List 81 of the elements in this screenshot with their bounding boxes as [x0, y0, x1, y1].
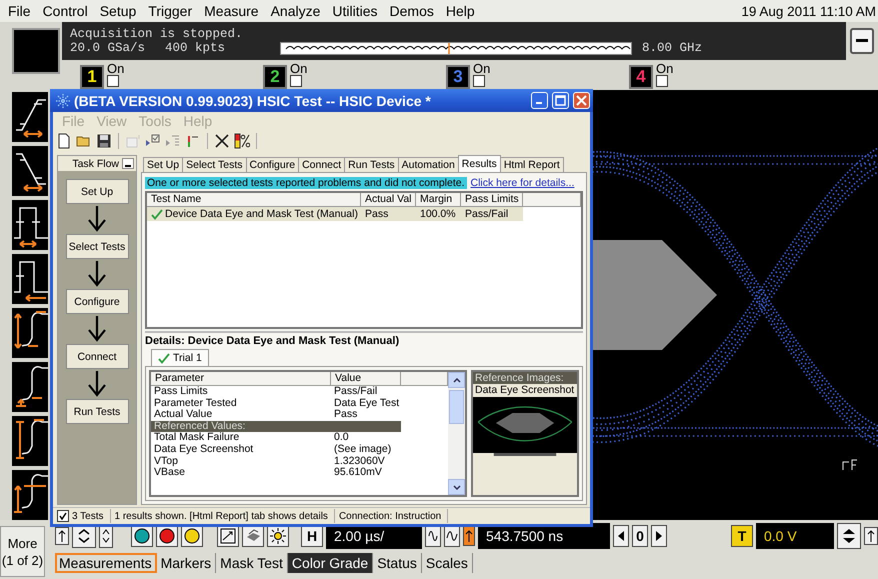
- table-cell-text: (See image): [333, 444, 392, 456]
- menu-item[interactable]: Demos: [384, 3, 440, 19]
- table-cell: Pass: [361, 207, 416, 221]
- panel-tab[interactable]: Color Grade: [288, 553, 374, 573]
- menu-item[interactable]: Help: [440, 3, 481, 19]
- table-cell-text: 0.0: [333, 432, 350, 444]
- channel-number: 4: [636, 68, 646, 86]
- channel-label: On: [107, 62, 124, 75]
- table-cell: 100.0%: [416, 207, 461, 221]
- sample-rate: 20.0 GSa/s: [70, 41, 146, 55]
- table-cell-text: Pass Limits: [153, 386, 209, 398]
- menu-item[interactable]: Measure: [198, 3, 265, 19]
- panel-tab[interactable]: Scales: [422, 553, 473, 573]
- panel-tab[interactable]: Markers: [156, 553, 216, 573]
- table-cell-text: Parameter Tested: [153, 398, 238, 409]
- step-button[interactable]: Configure: [66, 289, 128, 314]
- trigger-key[interactable]: T: [731, 525, 753, 547]
- details-link[interactable]: Click here for details...: [470, 176, 574, 188]
- menu-item[interactable]: Utilities: [326, 3, 384, 19]
- column-header[interactable]: Test Name: [147, 193, 361, 206]
- column-header[interactable]: Value: [331, 372, 401, 385]
- tab[interactable]: Set Up: [143, 157, 184, 172]
- table-cell: Pass/Fail: [461, 207, 523, 221]
- trial-tab[interactable]: Trial 1: [151, 349, 209, 366]
- menu-item[interactable]: File: [2, 3, 37, 19]
- bandwidth: 8.00 GHz: [642, 41, 702, 55]
- channel-key[interactable]: 3: [446, 65, 470, 89]
- step-button[interactable]: Set Up: [66, 179, 128, 204]
- step-button[interactable]: Run Tests: [66, 399, 128, 424]
- channel-label: On: [656, 62, 674, 75]
- date-time: 19 Aug 2011 11:10 AM: [741, 4, 876, 18]
- tests-count: 3 Tests: [72, 510, 104, 522]
- table-cell-text: Pass/Fail: [333, 386, 378, 398]
- trigger-level-field[interactable]: 0.0 V: [756, 523, 834, 549]
- acquisition-status: Acquisition is stopped.: [70, 27, 243, 41]
- table-cell-text: VTop: [153, 456, 179, 468]
- section-header: Referenced Values:: [151, 420, 401, 432]
- table-cell-text: Actual Value: [153, 409, 214, 421]
- reference-title: Reference Images:: [473, 372, 577, 384]
- warning-message: One or more selected tests reported problems and did not complete.: [145, 176, 467, 188]
- details-title: Details: Device Data Eye and Mask Test (Manual): [145, 335, 400, 347]
- table-cell-text: Pass: [333, 409, 358, 421]
- column-header[interactable]: Actual Val: [361, 193, 416, 206]
- table-cell: Device Data Eye and Mask Test (Manual): [147, 207, 361, 221]
- menu-item[interactable]: Analyze: [264, 3, 326, 19]
- channel-label: On: [290, 62, 308, 75]
- channel-key[interactable]: 2: [263, 65, 287, 89]
- tab[interactable]: Html Report: [500, 157, 564, 172]
- column-header[interactable]: Pass Limits: [461, 193, 523, 206]
- channel-number: 1: [87, 68, 97, 86]
- table-cell-text: 95.610mV: [333, 467, 383, 479]
- window-title: (BETA VERSION 0.99.9023) HSIC Test -- HSIC Device *: [74, 92, 432, 108]
- status-message: 1 results shown. [Html Report] tab shows details: [114, 510, 328, 522]
- channel-key[interactable]: 1: [80, 65, 104, 89]
- panel-tab[interactable]: Status: [373, 553, 422, 573]
- column-header[interactable]: Parameter: [151, 372, 331, 385]
- table-cell-text: Total Mask Failure: [153, 432, 240, 444]
- channel-number: 2: [270, 68, 280, 86]
- panel-title: Task Flow: [72, 158, 119, 170]
- table-cell-text: Data Eye Screenshot: [153, 444, 254, 456]
- table-cell-text: Data Eye Test: [333, 398, 400, 410]
- panel-tab[interactable]: Measurements: [55, 553, 157, 573]
- table-cell-text: VBase: [153, 467, 186, 479]
- more-button[interactable]: More (1 of 2): [0, 526, 45, 577]
- memory-depth: 400 kpts: [165, 41, 226, 55]
- menu-item[interactable]: Control: [36, 3, 94, 19]
- menu-item[interactable]: Trigger: [142, 3, 198, 19]
- menu-item[interactable]: Setup: [94, 3, 142, 19]
- reference-caption: Data Eye Screenshot: [474, 384, 576, 397]
- channel-label: On: [473, 62, 490, 75]
- column-header[interactable]: Margin: [416, 193, 461, 206]
- channel-number: 3: [453, 68, 463, 86]
- position-value[interactable]: 0: [632, 525, 648, 547]
- tab[interactable]: Configure: [246, 157, 300, 172]
- step-button[interactable]: Select Tests: [66, 234, 128, 259]
- step-button[interactable]: Connect: [66, 344, 128, 369]
- tab[interactable]: Results: [458, 155, 501, 172]
- horizontal-key[interactable]: H: [301, 525, 323, 547]
- channel-key[interactable]: 4: [629, 65, 653, 89]
- table-cell-text: 1.323060V: [333, 456, 386, 468]
- connection-status: Connection: Instruction: [338, 510, 442, 522]
